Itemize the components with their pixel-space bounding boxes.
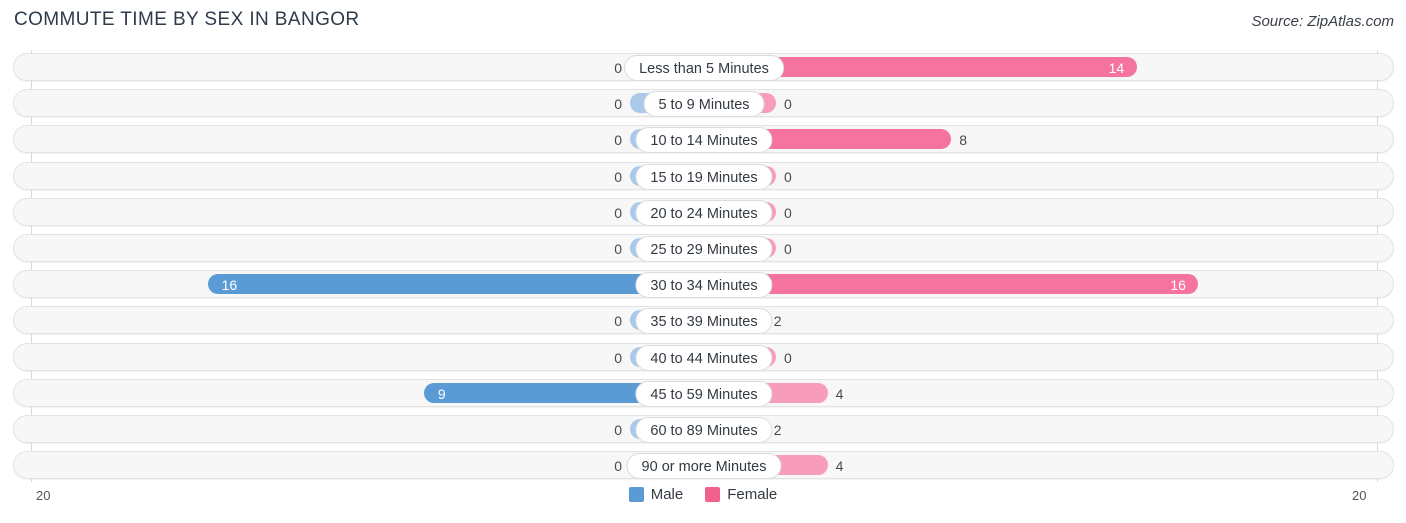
category-label-pill: 35 to 39 Minutes [635,308,773,335]
legend-item-female[interactable]: Female [705,486,777,503]
table-row[interactable]: 0 0 15 to 19 Minutes [13,161,1394,190]
source-attribution: Source: ZipAtlas.com [1251,13,1394,30]
plot-area: 0 14 Less than 5 Minutes 0 0 5 to 9 Minutes 0 8… [0,50,1406,482]
bar-value-female: 0 [784,96,792,113]
bar-value-female: 4 [835,458,844,475]
bar-female[interactable] [704,274,1199,295]
table-row[interactable]: 0 2 35 to 39 Minutes [13,306,1394,335]
table-row[interactable]: 0 0 40 to 44 Minutes [13,342,1394,371]
bar-value-male: 0 [614,132,622,149]
category-label-pill: 40 to 44 Minutes [635,344,773,371]
bar-value-female: 0 [784,349,792,366]
table-row[interactable]: 0 14 Less than 5 Minutes [13,53,1394,81]
category-label-pill: 25 to 29 Minutes [635,236,773,262]
bar-value-male: 0 [614,96,622,113]
category-label-pill: 30 to 34 Minutes [635,272,773,299]
bar-value-male: 0 [614,204,622,221]
bar-value-male: 0 [614,168,622,185]
category-label-pill: 90 or more Minutes [626,453,782,480]
category-label-pill: 20 to 24 Minutes [635,199,773,226]
table-row[interactable]: 0 0 5 to 9 Minutes [13,89,1394,118]
bar-value-female: 2 [773,422,782,438]
category-label-pill: 15 to 19 Minutes [635,163,773,190]
category-label-pill: 60 to 89 Minutes [635,417,773,443]
table-row[interactable]: 0 8 10 to 14 Minutes [13,125,1394,154]
bar-value-male: 0 [614,60,622,76]
chart-root: COMMUTE TIME BY SEX IN BANGOR Source: Zi… [0,0,1406,523]
category-label-pill: Less than 5 Minutes [624,55,784,81]
bar-value-male: 16 [221,277,238,294]
bar-value-male: 0 [614,241,622,257]
bar-value-male: 9 [437,385,446,402]
table-row[interactable]: 9 4 45 to 59 Minutes [13,378,1394,407]
bar-value-female: 4 [835,385,844,402]
legend-label-male: Male [650,486,684,503]
table-row[interactable]: 16 16 30 to 34 Minutes [13,270,1394,299]
category-label-pill: 10 to 14 Minutes [635,127,773,154]
category-label-pill: 45 to 59 Minutes [635,380,773,407]
bar-value-female: 8 [959,132,967,149]
bar-value-female: 0 [784,241,792,257]
page-title: COMMUTE TIME BY SEX IN BANGOR [14,9,360,30]
bar-value-male: 0 [614,349,622,366]
bar-male[interactable] [207,274,702,295]
bar-value-female: 0 [784,168,792,185]
legend: Male Female [0,486,1406,503]
table-row[interactable]: 0 4 90 or more Minutes [13,451,1394,480]
bar-value-female: 14 [1108,60,1125,76]
legend-swatch-male-icon [628,487,644,502]
legend-label-female: Female [727,486,778,503]
legend-swatch-female-icon [705,487,721,502]
table-row[interactable]: 0 0 20 to 24 Minutes [13,197,1394,226]
bar-value-female: 0 [784,204,792,221]
legend-item-male[interactable]: Male [628,486,684,503]
bar-value-female: 2 [773,313,782,330]
bar-value-male: 0 [614,422,622,438]
bar-value-male: 0 [614,313,622,330]
category-label-pill: 5 to 9 Minutes [643,91,765,118]
bar-value-male: 0 [614,458,622,475]
bar-value-female: 16 [1170,277,1186,294]
table-row[interactable]: 0 2 60 to 89 Minutes [13,415,1394,443]
table-row[interactable]: 0 0 25 to 29 Minutes [13,234,1394,262]
